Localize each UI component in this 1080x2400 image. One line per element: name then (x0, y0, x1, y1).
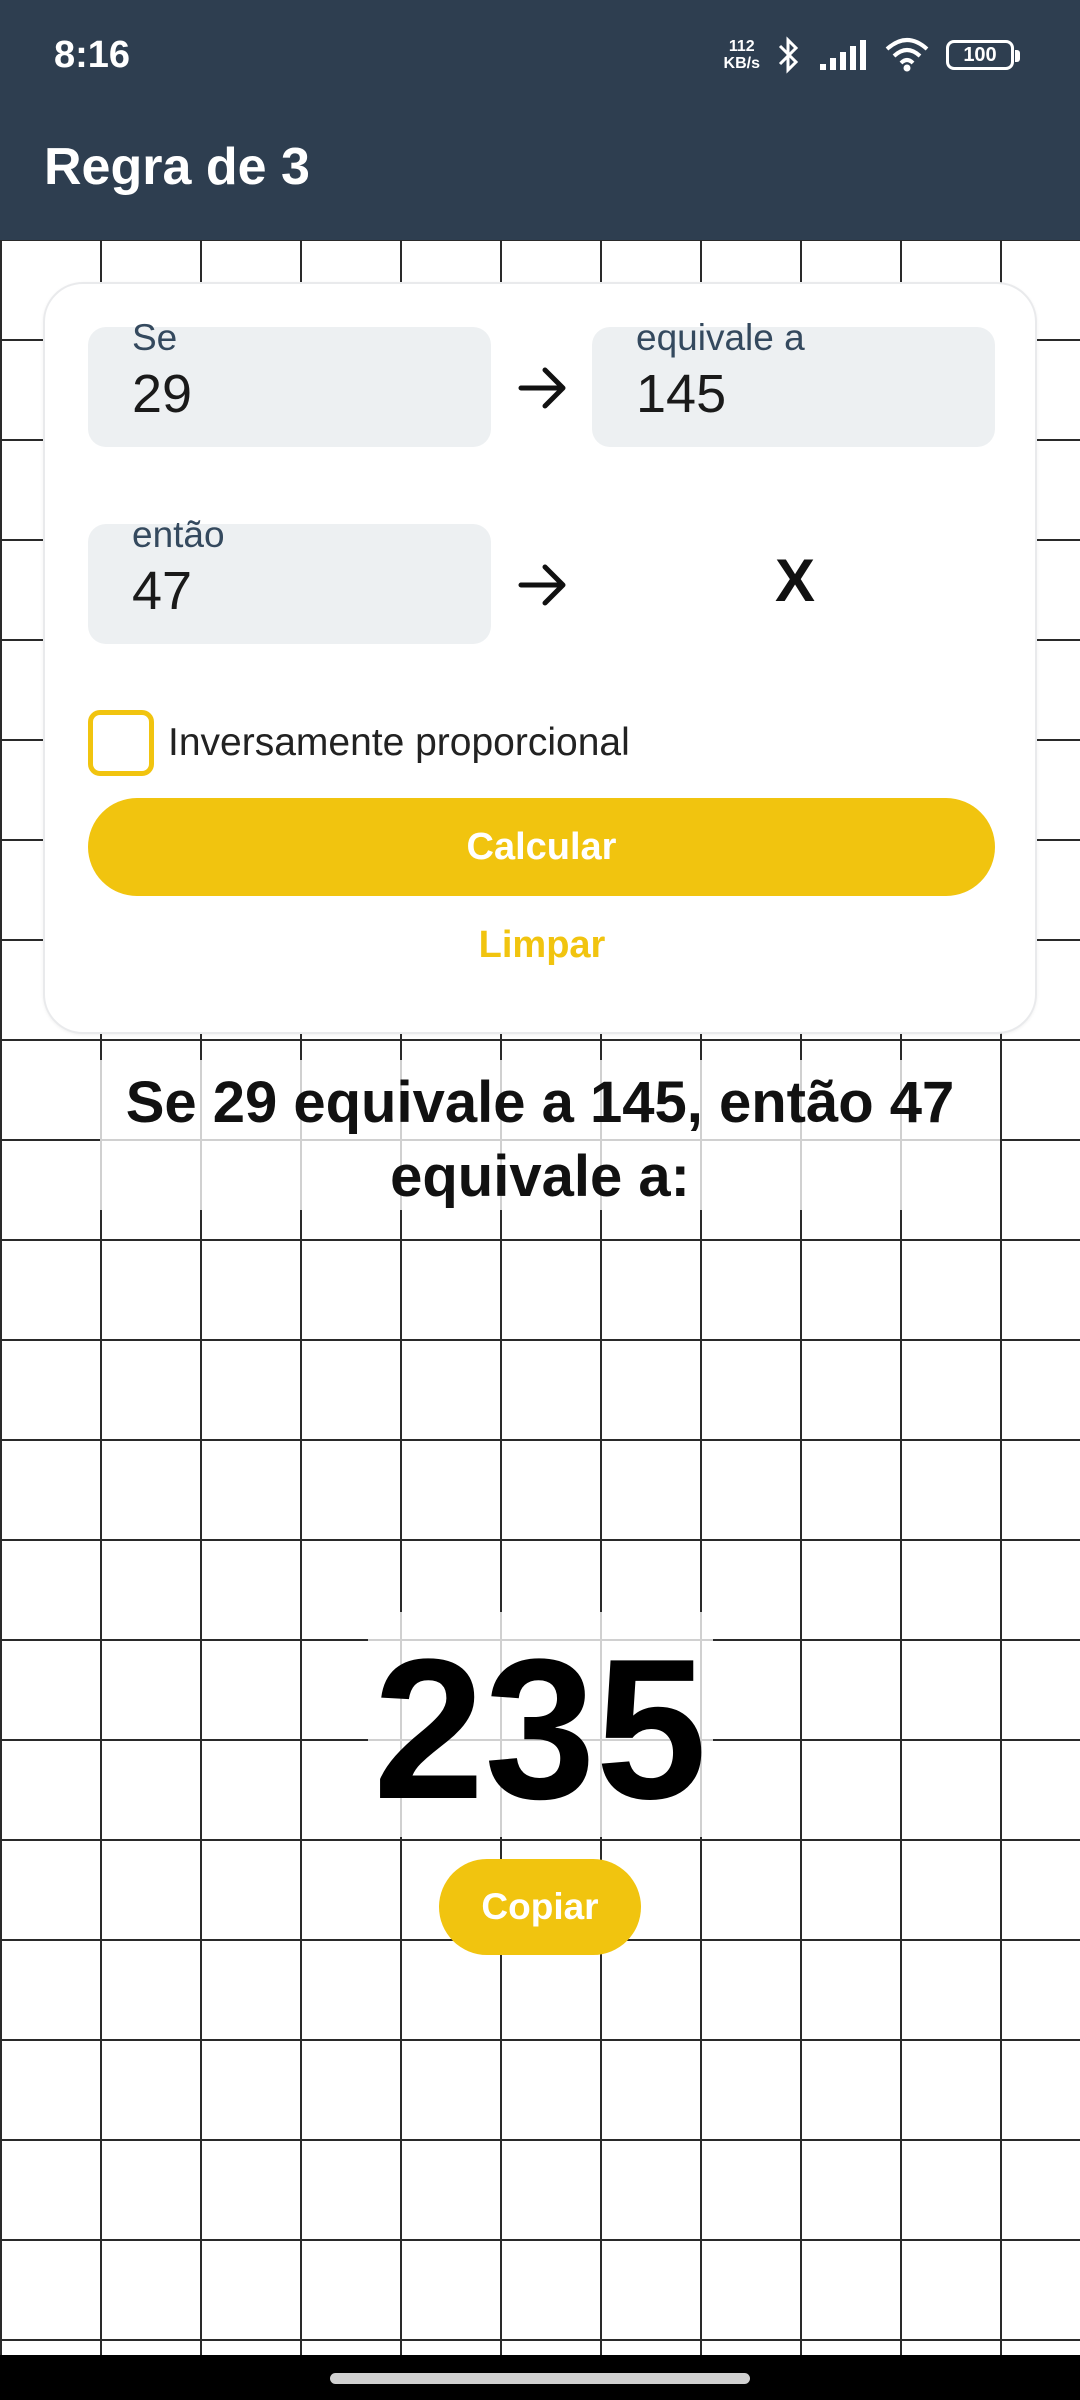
field-se-label: Se (132, 317, 178, 358)
field-entao-value[interactable]: 47 (132, 560, 192, 622)
battery-level: 100 (963, 43, 997, 66)
signal-icon (820, 40, 866, 70)
network-speed-value: 112 (728, 38, 755, 55)
navigation-bar (0, 2355, 1080, 2400)
result-sentence: Se 29 equivale a 145, então 47 equivale … (125, 1070, 955, 1209)
arrow-right-icon (518, 367, 566, 409)
app-title: Regra de 3 (44, 138, 310, 196)
home-gesture-handle[interactable] (330, 2373, 750, 2384)
field-equivale-a[interactable]: equivale a 145 (592, 317, 995, 447)
inverse-proportional-option[interactable]: Inversamente proporcional (88, 708, 630, 778)
battery-icon: 100 (946, 40, 1020, 70)
app-bar: Regra de 3 (0, 115, 1080, 240)
inverse-proportional-label: Inversamente proporcional (168, 721, 630, 764)
copy-button[interactable]: Copiar (439, 1859, 641, 1955)
network-speed-unit: KB/s (723, 55, 760, 72)
field-se[interactable]: Se 29 (88, 317, 491, 447)
field-equivale-a-label: equivale a (636, 317, 805, 358)
status-bar: 8:16 112 KB/s 100 (0, 0, 1080, 115)
field-entao[interactable]: então 47 (88, 514, 491, 644)
clear-button[interactable]: Limpar (45, 924, 1039, 984)
field-se-value[interactable]: 29 (132, 363, 192, 425)
network-speed: 112 KB/s (724, 38, 760, 72)
status-icons: 112 KB/s 100 (724, 30, 1020, 80)
field-entao-label: então (132, 514, 225, 555)
inverse-proportional-checkbox[interactable] (88, 710, 154, 776)
bluetooth-icon (778, 36, 799, 74)
field-equivale-a-value[interactable]: 145 (636, 363, 726, 425)
unknown-x-label: X (775, 547, 816, 614)
calculate-button[interactable]: Calcular (88, 798, 995, 896)
arrow-right-icon (518, 564, 566, 606)
input-card: Se 29 equivale a 145 então 47 X Inversam… (43, 282, 1037, 1034)
wifi-icon (885, 38, 929, 72)
status-time: 8:16 (54, 34, 131, 76)
result-value: 235 (373, 1618, 707, 1841)
